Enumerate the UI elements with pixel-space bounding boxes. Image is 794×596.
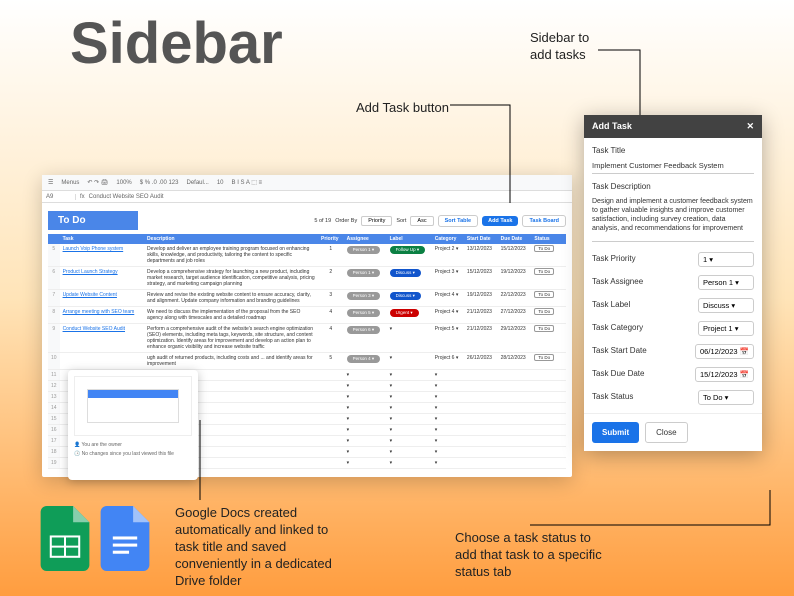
task-title-input[interactable] bbox=[592, 158, 754, 174]
label-label: Task Label bbox=[592, 300, 630, 309]
zoom[interactable]: 100% bbox=[114, 180, 133, 186]
assignee-select[interactable]: Person 1 ▾ bbox=[698, 275, 754, 290]
desc-label: Task Description bbox=[592, 182, 754, 191]
task-board-button[interactable]: Task Board bbox=[522, 215, 566, 227]
due-label: Task Due Date bbox=[592, 369, 644, 378]
orderby-select[interactable]: Priority bbox=[361, 216, 392, 226]
sort-table-button[interactable]: Sort Table bbox=[438, 215, 479, 227]
annotation-docs: Google Docs created automatically and li… bbox=[175, 505, 345, 589]
add-task-button[interactable]: Add Task bbox=[482, 216, 518, 226]
due-date-input[interactable]: 15/12/2023 📅 bbox=[695, 367, 754, 382]
title-label: Task Title bbox=[592, 146, 754, 155]
category-label: Task Category bbox=[592, 323, 643, 332]
priority-select[interactable]: 1 ▾ bbox=[698, 252, 754, 267]
cell-ref: A9 bbox=[46, 194, 76, 200]
sidebar-title: Add Task bbox=[592, 121, 632, 132]
task-desc-input[interactable]: Design and implement a customer feedback… bbox=[592, 194, 754, 242]
label-select[interactable]: Discuss ▾ bbox=[698, 298, 754, 313]
sort-select[interactable]: Asc bbox=[410, 216, 433, 226]
close-button[interactable]: Close bbox=[645, 422, 687, 443]
table-row[interactable]: 10 ugh audit of returned products, inclu… bbox=[48, 353, 566, 370]
sheets-icon bbox=[40, 506, 90, 571]
menus-icon[interactable]: ☰ bbox=[46, 179, 55, 186]
formula-content: Conduct Website SEO Audit bbox=[89, 194, 164, 200]
col-header: Due Date bbox=[498, 234, 532, 244]
status-title: To Do bbox=[48, 211, 138, 230]
start-date-input[interactable]: 06/12/2023 📅 bbox=[695, 344, 754, 359]
doc-thumbnail bbox=[74, 376, 192, 436]
col-header bbox=[559, 234, 566, 244]
close-icon[interactable]: ✕ bbox=[746, 121, 754, 132]
task-link[interactable]: Launch Voip Phone system bbox=[63, 246, 124, 252]
col-header bbox=[48, 234, 60, 244]
add-task-sidebar: Add Task ✕ Task Title Task Description D… bbox=[584, 115, 762, 451]
task-link[interactable]: Conduct Website SEO Audit bbox=[63, 326, 125, 332]
orderby-label: Order By bbox=[335, 218, 357, 224]
col-header: Start Date bbox=[464, 234, 498, 244]
col-header: Priority bbox=[318, 234, 344, 244]
start-label: Task Start Date bbox=[592, 346, 647, 355]
sort-label: Sort bbox=[396, 218, 406, 224]
annotation-status: Choose a task status to add that task to… bbox=[455, 530, 605, 581]
doc-preview-card[interactable]: 👤 You are the owner 🕓 No changes since y… bbox=[68, 370, 198, 480]
col-header: Status bbox=[531, 234, 559, 244]
table-row[interactable]: 9 Conduct Website SEO Audit Perform a co… bbox=[48, 324, 566, 353]
annotation-addtask: Add Task button bbox=[356, 100, 449, 117]
assignee-label: Task Assignee bbox=[592, 277, 643, 286]
table-row[interactable]: 8 Arrange meeting with SEO team We need … bbox=[48, 307, 566, 324]
sheet-header-row: To Do 5 of 19 Order By Priority Sort Asc… bbox=[48, 211, 566, 230]
toolbar[interactable]: ☰ Menus ↶ ↷ 🖨 100% $ % .0 .00 123 Defaul… bbox=[42, 175, 572, 191]
col-header: Label bbox=[387, 234, 432, 244]
menus-label[interactable]: Menus bbox=[59, 180, 81, 186]
task-link[interactable]: Update Website Content bbox=[63, 292, 117, 298]
preview-changes: 🕓 No changes since you last viewed this … bbox=[74, 451, 192, 457]
counter: 5 of 19 bbox=[314, 218, 331, 224]
col-header: Description bbox=[144, 234, 318, 244]
annotation-sidebar: Sidebar to add tasks bbox=[530, 30, 589, 64]
status-select[interactable]: To Do ▾ bbox=[698, 390, 754, 405]
table-row[interactable]: 7 Update Website Content Review and revi… bbox=[48, 290, 566, 307]
status-label: Task Status bbox=[592, 392, 633, 401]
table-row[interactable]: 5 Launch Voip Phone system Develop and d… bbox=[48, 244, 566, 267]
submit-button[interactable]: Submit bbox=[592, 422, 639, 443]
col-header: Task bbox=[60, 234, 144, 244]
task-link[interactable]: Product Launch Strategy bbox=[63, 269, 118, 275]
font[interactable]: Defaul... bbox=[184, 180, 210, 186]
table-row[interactable]: 6 Product Launch Strategy Develop a comp… bbox=[48, 267, 566, 290]
priority-label: Task Priority bbox=[592, 254, 636, 263]
hero-title: Sidebar bbox=[70, 10, 283, 77]
category-select[interactable]: Project 1 ▾ bbox=[698, 321, 754, 336]
col-header: Category bbox=[432, 234, 464, 244]
preview-owner: 👤 You are the owner bbox=[74, 442, 192, 448]
col-header: Assignee bbox=[344, 234, 387, 244]
font-size[interactable]: 10 bbox=[215, 180, 226, 186]
formula-bar[interactable]: A9 fx Conduct Website SEO Audit bbox=[42, 191, 572, 203]
docs-icon bbox=[100, 506, 150, 571]
task-link[interactable]: Arrange meeting with SEO team bbox=[63, 309, 135, 315]
